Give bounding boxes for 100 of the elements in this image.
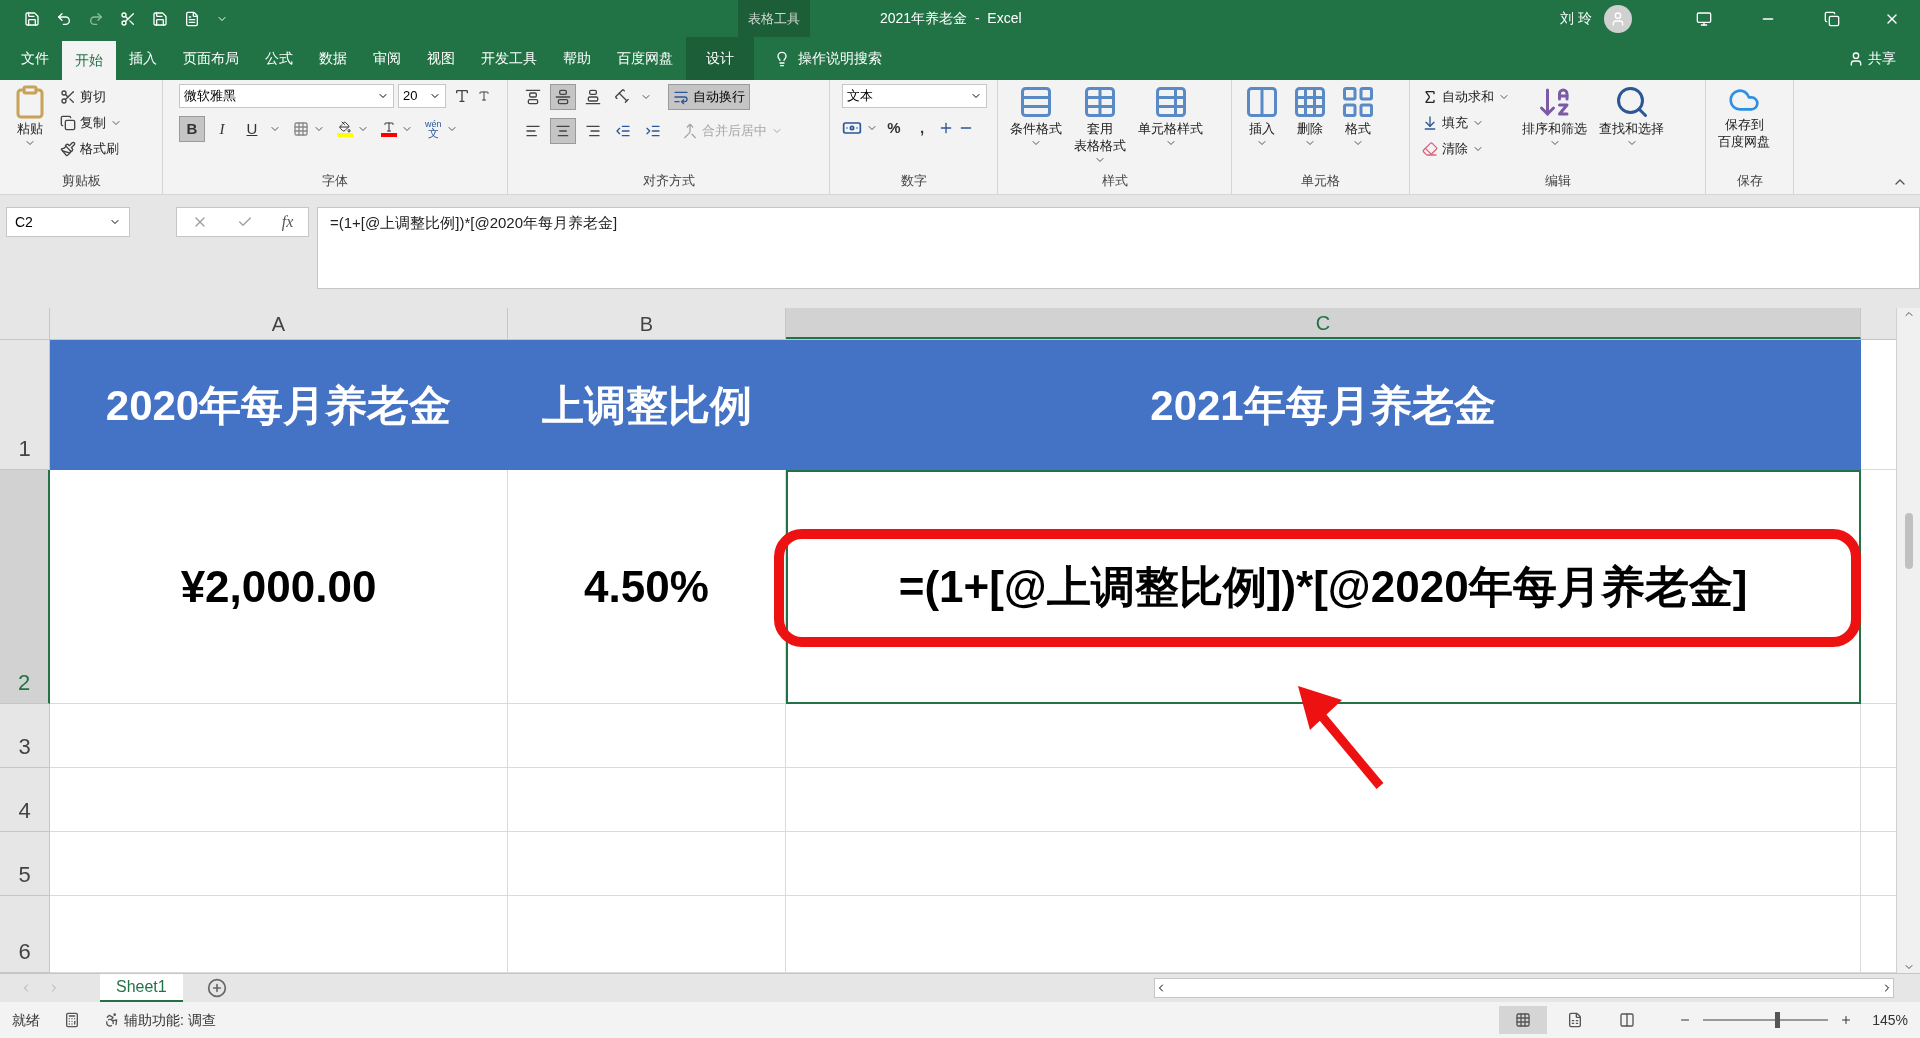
- ribbon-button[interactable]: 剪切: [56, 84, 126, 110]
- accessibility-status[interactable]: 辅助功能: 调查: [124, 1009, 216, 1031]
- horizontal-scrollbar[interactable]: [1154, 978, 1894, 998]
- header-cell: 上调整比例: [508, 340, 786, 470]
- eraser-icon: [1422, 141, 1438, 157]
- ribbon-tab[interactable]: 视图: [414, 37, 468, 80]
- group-label: 对齐方式: [642, 171, 695, 190]
- view-button[interactable]: [1499, 1006, 1548, 1034]
- share-button[interactable]: 共享: [1848, 37, 1896, 80]
- insert-function-button[interactable]: fx: [281, 210, 294, 234]
- ribbon-tab[interactable]: 文件: [8, 37, 62, 80]
- align-icon: [525, 89, 541, 105]
- row-header[interactable]: 3: [0, 704, 50, 768]
- align-icon: [585, 123, 601, 139]
- ribbon-tab[interactable]: 页面布局: [170, 37, 252, 80]
- ribbon-button[interactable]: 排序和筛选: [1518, 84, 1591, 170]
- ribbon-tab[interactable]: 插入: [116, 37, 170, 80]
- accessibility-icon[interactable]: [104, 1012, 120, 1028]
- copy-icon: [60, 115, 76, 131]
- font-family-select[interactable]: 微软雅黑: [179, 84, 394, 108]
- row-header[interactable]: 4: [0, 768, 50, 832]
- row-header[interactable]: 6: [0, 896, 50, 973]
- ribbon-tab[interactable]: 设计: [686, 37, 754, 80]
- header-cell: 2020年每月养老金: [50, 340, 508, 470]
- scissors-icon[interactable]: [120, 10, 136, 27]
- ribbon-tab[interactable]: 开发工具: [468, 37, 550, 80]
- scroll-thumb[interactable]: [1904, 512, 1913, 569]
- grow-font-icon[interactable]: [454, 88, 470, 104]
- group-label: 样式: [1101, 171, 1128, 190]
- ribbon-button[interactable]: 删除: [1288, 84, 1332, 170]
- ribbon-button[interactable]: 条件格式: [1006, 84, 1066, 170]
- table-cell: 4.50%: [508, 470, 786, 704]
- add-sheet-icon[interactable]: [206, 978, 227, 998]
- ribbon-display-icon[interactable]: [1696, 10, 1712, 27]
- ribbon-button[interactable]: 粘贴: [8, 84, 52, 170]
- font-style-button[interactable]: U: [239, 116, 265, 142]
- font-color-icon[interactable]: [381, 121, 397, 137]
- name-box[interactable]: C2: [6, 207, 130, 237]
- zoom-thumb[interactable]: [1774, 1012, 1780, 1028]
- number-format-select[interactable]: 文本: [842, 84, 987, 108]
- sheet-tab[interactable]: Sheet1: [100, 974, 183, 1002]
- wrap-text-button[interactable]: 自动换行: [668, 84, 750, 110]
- number-format-button[interactable]: %: [882, 116, 906, 140]
- vertical-scrollbar[interactable]: [1896, 308, 1920, 973]
- phonetic-button[interactable]: wén 文: [425, 120, 442, 138]
- increase-indent-icon: [645, 123, 661, 139]
- merge-icon: [682, 123, 698, 139]
- group-label: 剪贴板: [61, 171, 101, 190]
- ribbon-button[interactable]: 查找和选择: [1595, 84, 1668, 170]
- zoom-level[interactable]: 145%: [1872, 1009, 1908, 1031]
- align-button[interactable]: [550, 84, 576, 110]
- ribbon-button[interactable]: 保存到 百度网盘: [1714, 84, 1774, 170]
- ribbon-tab[interactable]: 开始: [62, 41, 116, 80]
- undo-icon[interactable]: [56, 10, 72, 27]
- shrink-font-icon[interactable]: [478, 90, 490, 102]
- ribbon-button[interactable]: 格式: [1336, 84, 1380, 170]
- ribbon-button[interactable]: 单元格样式: [1134, 84, 1207, 170]
- row-header[interactable]: 5: [0, 832, 50, 896]
- ribbon-button[interactable]: 自动求和: [1418, 84, 1514, 110]
- zoom-in-icon[interactable]: [1840, 1014, 1853, 1026]
- tell-me-button[interactable]: 操作说明搜索: [774, 37, 882, 80]
- column-header[interactable]: A: [50, 308, 508, 339]
- save-icon[interactable]: [24, 10, 40, 27]
- align-icon: [555, 123, 571, 139]
- ribbon-tab[interactable]: 百度网盘: [604, 37, 686, 80]
- ribbon-button[interactable]: 套用 表格格式: [1070, 84, 1130, 170]
- new-file-icon[interactable]: [184, 10, 200, 27]
- group-label: 数字: [900, 171, 927, 190]
- ribbon-button[interactable]: 插入: [1240, 84, 1284, 170]
- number-format-button[interactable]: ,: [910, 116, 934, 140]
- person-icon: [1610, 10, 1626, 27]
- ribbon-button[interactable]: 填充: [1418, 110, 1514, 136]
- fill-color-icon[interactable]: [337, 121, 353, 137]
- font-size-select[interactable]: 20: [398, 84, 446, 108]
- paintbrush-icon: [60, 141, 76, 157]
- group-label: 保存: [1736, 171, 1763, 190]
- align-icon: [525, 123, 541, 139]
- row-header[interactable]: 2: [0, 470, 50, 704]
- ribbon-button[interactable]: 格式刷: [56, 136, 126, 162]
- save-as-icon[interactable]: [152, 10, 168, 27]
- ribbon-tab[interactable]: 帮助: [550, 37, 604, 80]
- font-style-button[interactable]: B: [179, 116, 205, 142]
- ribbon-tab[interactable]: 数据: [306, 37, 360, 80]
- ribbon-button[interactable]: 复制: [56, 110, 126, 136]
- ribbon-tab[interactable]: 公式: [252, 37, 306, 80]
- person-icon: [1848, 50, 1864, 67]
- formula-field[interactable]: =(1+[@上调整比例])*[@2020年每月养老金]: [317, 207, 1920, 289]
- column-header[interactable]: C: [786, 308, 1861, 339]
- cells-icon: [1292, 84, 1328, 120]
- ribbon-tab[interactable]: 审阅: [360, 37, 414, 80]
- restore-icon[interactable]: [1824, 10, 1840, 27]
- font-style-button[interactable]: I: [209, 116, 235, 142]
- ribbon-button[interactable]: 清除: [1418, 136, 1514, 162]
- lightbulb-icon: [774, 50, 790, 67]
- align-button[interactable]: [550, 118, 576, 144]
- avatar[interactable]: [1604, 4, 1632, 33]
- group-label: 字体: [322, 171, 348, 190]
- border-icon[interactable]: [293, 121, 309, 137]
- row-header[interactable]: 1: [0, 340, 50, 470]
- table-cell: =(1+[@上调整比例])*[@2020年每月养老金]: [786, 470, 1861, 704]
